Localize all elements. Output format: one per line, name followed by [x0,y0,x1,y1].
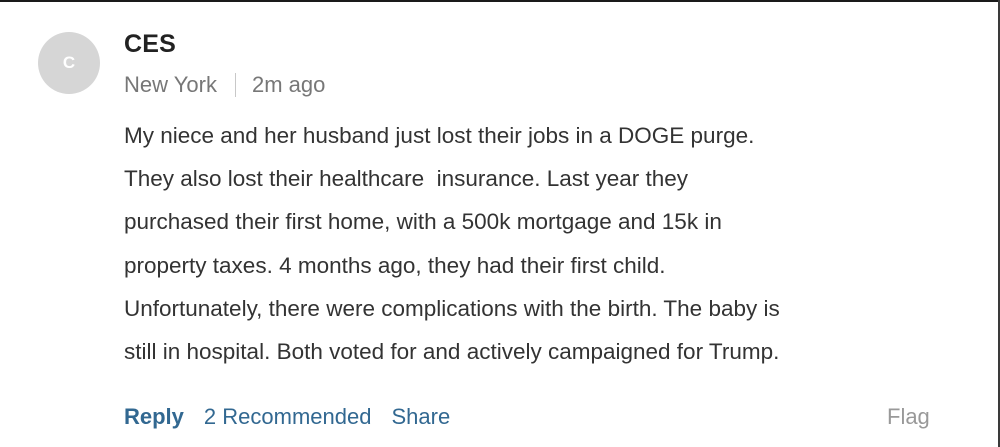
comment-body: My niece and her husband just lost their… [124,114,964,373]
avatar-initial: C [62,53,76,72]
recommend-button[interactable]: 2 Recommended [204,404,372,430]
comment-body-line: property taxes. 4 months ago, they had t… [124,252,666,278]
comment-body-line: Unfortunately, there were complications … [124,295,780,321]
avatar: C [38,32,100,94]
comment-location: New York [124,72,217,97]
comment-meta: New York 2m ago [124,72,325,98]
comment-body-line: purchased their first home, with a 500k … [124,209,722,235]
share-button[interactable]: Share [391,404,450,430]
comment-card: C CES New York 2m ago My niece and her h… [0,0,1000,447]
comment-author: CES [124,30,177,58]
reply-button[interactable]: Reply [124,404,184,430]
comment-body-line: still in hospital. Both voted for and ac… [124,339,780,365]
flag-button[interactable]: Flag [887,404,930,430]
comment-body-line: My niece and her husband just lost their… [124,123,755,148]
comment-actions: Reply 2 Recommended Share [124,404,450,430]
comment-timestamp: 2m ago [251,72,326,97]
meta-divider [234,73,236,97]
comment-body-line: They also lost their healthcare insuranc… [124,166,689,192]
